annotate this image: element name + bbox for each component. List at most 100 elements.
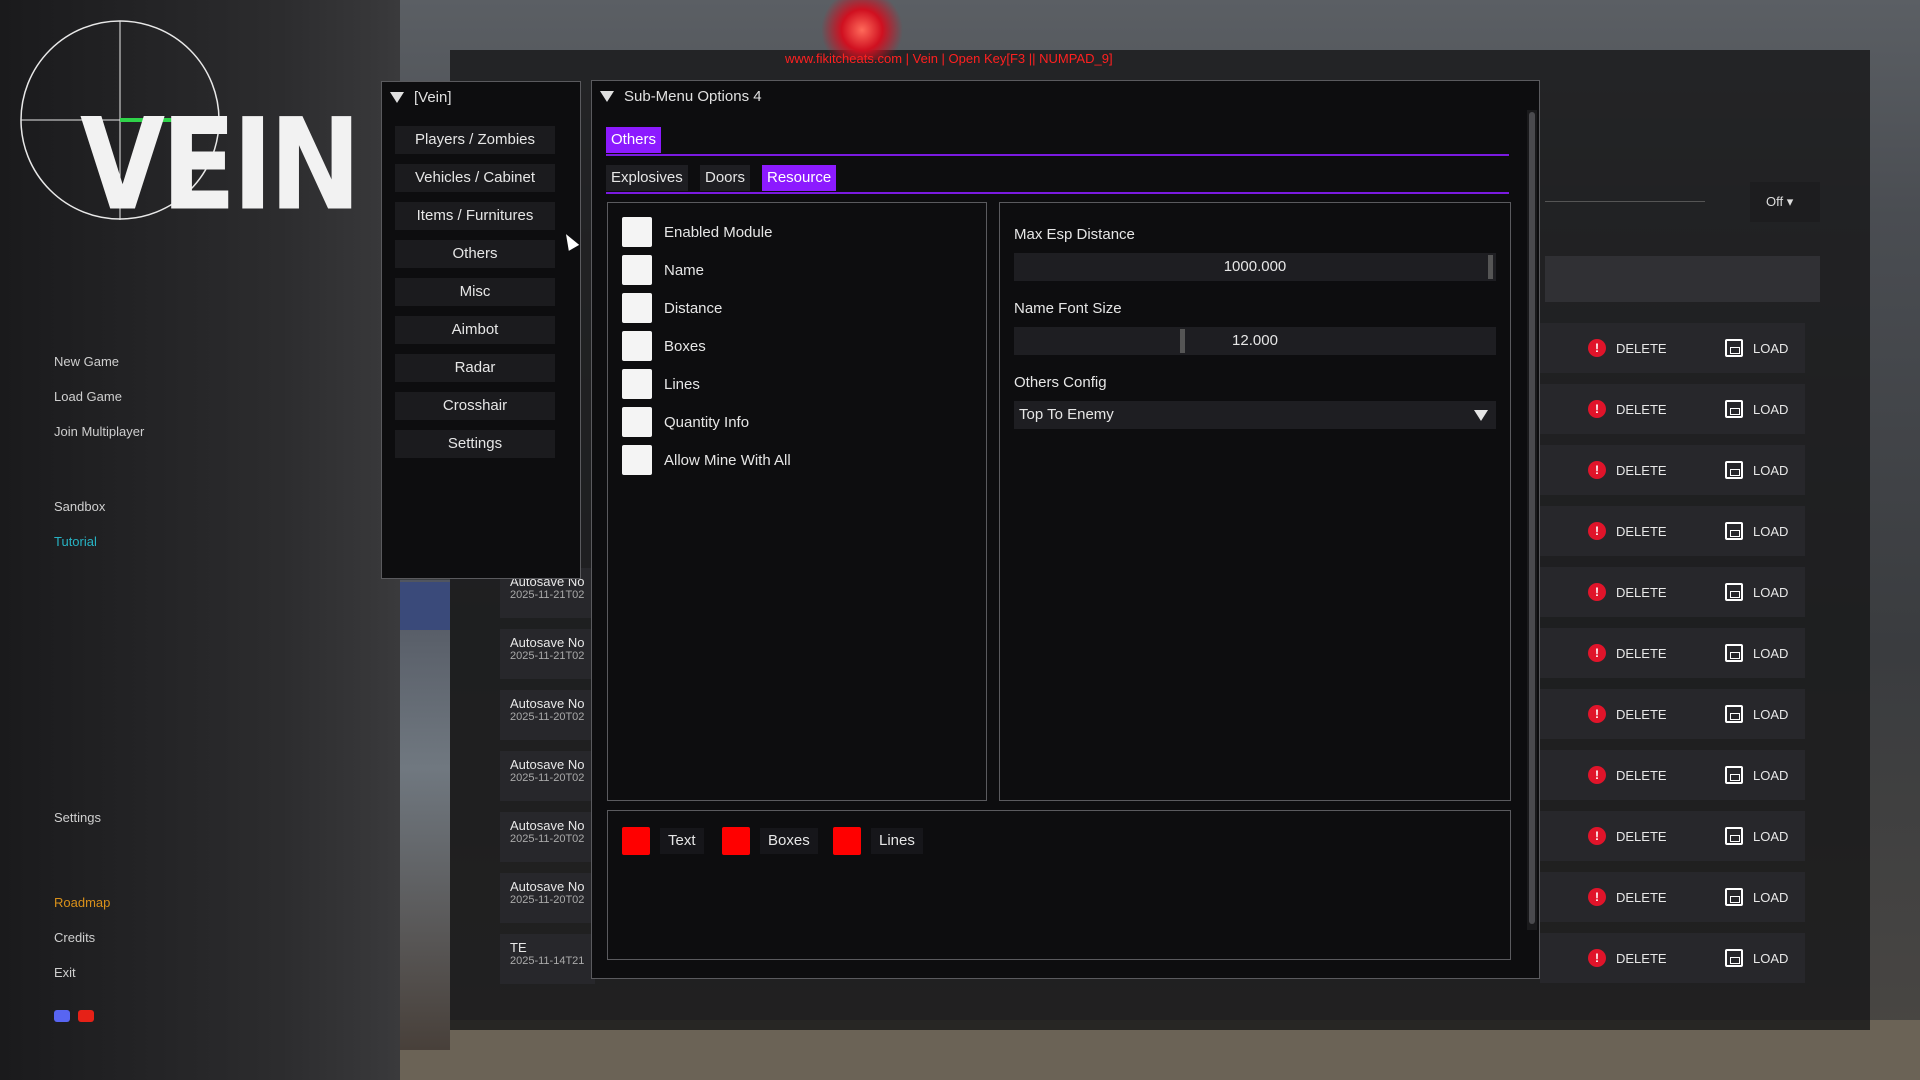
background-photo-strip	[400, 580, 450, 1050]
cheat-watermark: www.fikitcheats.com | Vein | Open Key[F3…	[785, 51, 1113, 66]
load-button[interactable]: LOAD	[1725, 888, 1788, 906]
checkbox-quantity-info[interactable]	[622, 407, 652, 437]
checkbox-boxes[interactable]	[622, 331, 652, 361]
delete-button[interactable]: ! DELETE	[1588, 766, 1667, 784]
tab-others[interactable]: Others	[606, 127, 662, 153]
menu-tutorial[interactable]: Tutorial	[54, 534, 97, 549]
tab-resource[interactable]: Resource	[762, 165, 837, 191]
menu-new-game[interactable]: New Game	[54, 354, 119, 369]
slider-knob[interactable]	[1179, 329, 1185, 353]
load-button[interactable]: LOAD	[1725, 644, 1788, 662]
save-icon	[1725, 888, 1743, 906]
color-text-item: Text	[622, 827, 704, 855]
load-button[interactable]: LOAD	[1725, 522, 1788, 540]
checkbox-row: Lines	[622, 369, 700, 399]
save-row[interactable]: Autosave No 2025-11-20T02	[500, 690, 595, 740]
discord-icon[interactable]	[54, 1010, 70, 1022]
save-date: 2025-11-20T02	[510, 894, 585, 906]
tab-explosives[interactable]: Explosives	[606, 165, 688, 191]
save-actions-row: ! DELETE LOAD	[1540, 323, 1805, 373]
menu-roadmap[interactable]: Roadmap	[54, 895, 110, 910]
load-button[interactable]: LOAD	[1725, 400, 1788, 418]
menu-credits[interactable]: Credits	[54, 930, 95, 945]
load-button[interactable]: LOAD	[1725, 766, 1788, 784]
delete-icon: !	[1588, 888, 1606, 906]
load-button[interactable]: LOAD	[1725, 705, 1788, 723]
options-window-title[interactable]: Sub-Menu Options 4	[592, 81, 1539, 111]
nav-settings[interactable]: Settings	[395, 430, 555, 458]
checkbox-enabled-module[interactable]	[622, 217, 652, 247]
delete-button[interactable]: ! DELETE	[1588, 949, 1667, 967]
load-button[interactable]: LOAD	[1725, 583, 1788, 601]
save-row[interactable]: Autosave No 2025-11-20T02	[500, 812, 595, 862]
save-date: 2025-11-14T21:	[510, 955, 585, 967]
checkbox-name[interactable]	[622, 255, 652, 285]
youtube-icon[interactable]	[78, 1010, 94, 1022]
max-esp-distance-label: Max Esp Distance	[1014, 226, 1135, 243]
delete-button[interactable]: ! DELETE	[1588, 522, 1667, 540]
save-row[interactable]: Autosave No 2025-11-21T02	[500, 629, 595, 679]
nav-players-zombies[interactable]: Players / Zombies	[395, 126, 555, 154]
delete-icon: !	[1588, 461, 1606, 479]
social-links	[54, 1010, 94, 1022]
save-row[interactable]: TE 2025-11-14T21:	[500, 934, 595, 984]
subtab-underline	[606, 192, 1509, 194]
name-font-size-slider[interactable]: 12.000	[1014, 327, 1496, 355]
others-config-dropdown[interactable]: Top To Enemy	[1014, 401, 1496, 429]
nav-misc[interactable]: Misc	[395, 278, 555, 306]
delete-button[interactable]: ! DELETE	[1588, 400, 1667, 418]
color-swatch-text[interactable]	[622, 827, 650, 855]
color-swatch-boxes[interactable]	[722, 827, 750, 855]
delete-button[interactable]: ! DELETE	[1588, 888, 1667, 906]
nav-radar[interactable]: Radar	[395, 354, 555, 382]
delete-button[interactable]: ! DELETE	[1588, 827, 1667, 845]
save-actions-row: ! DELETE LOAD	[1540, 933, 1805, 983]
nav-vehicles-cabinet[interactable]: Vehicles / Cabinet	[395, 164, 555, 192]
nav-items-furnitures[interactable]: Items / Furnitures	[395, 202, 555, 230]
load-button[interactable]: LOAD	[1725, 339, 1788, 357]
save-icon	[1725, 827, 1743, 845]
off-dropdown[interactable]: Off ▾	[1750, 182, 1820, 222]
nav-others[interactable]: Others	[395, 240, 555, 268]
options-checkbox-panel: Enabled Module Name Distance Boxes Lines…	[607, 202, 987, 801]
checkbox-distance[interactable]	[622, 293, 652, 323]
delete-button[interactable]: ! DELETE	[1588, 583, 1667, 601]
checkbox-row: Quantity Info	[622, 407, 749, 437]
nav-crosshair[interactable]: Crosshair	[395, 392, 555, 420]
delete-icon: !	[1588, 705, 1606, 723]
save-name: Autosave No	[510, 696, 585, 711]
checkbox-lines[interactable]	[622, 369, 652, 399]
save-icon	[1725, 461, 1743, 479]
delete-button[interactable]: ! DELETE	[1588, 644, 1667, 662]
save-row[interactable]: Autosave No 2025-11-20T02	[500, 873, 595, 923]
save-row[interactable]: Autosave No 2025-11-20T02	[500, 751, 595, 801]
save-date: 2025-11-20T02	[510, 772, 585, 784]
checkbox-allow-mine-with-all[interactable]	[622, 445, 652, 475]
load-button[interactable]: LOAD	[1725, 827, 1788, 845]
slider-knob[interactable]	[1488, 255, 1493, 279]
color-swatch-lines[interactable]	[833, 827, 861, 855]
delete-button[interactable]: ! DELETE	[1588, 461, 1667, 479]
scrollbar-thumb[interactable]	[1529, 112, 1535, 924]
collapse-icon[interactable]	[600, 90, 614, 102]
checkbox-row: Distance	[622, 293, 722, 323]
save-date: 2025-11-21T02	[510, 650, 585, 662]
nav-aimbot[interactable]: Aimbot	[395, 316, 555, 344]
menu-settings[interactable]: Settings	[54, 810, 101, 825]
menu-load-game[interactable]: Load Game	[54, 389, 122, 404]
tab-doors[interactable]: Doors	[700, 165, 751, 191]
delete-button[interactable]: ! DELETE	[1588, 705, 1667, 723]
menu-sandbox[interactable]: Sandbox	[54, 499, 105, 514]
dropdown-arrow-icon	[1474, 410, 1488, 421]
load-button[interactable]: LOAD	[1725, 949, 1788, 967]
color-picker-panel: Text Boxes Lines	[607, 810, 1511, 960]
nav-window-title[interactable]: [Vein]	[382, 82, 580, 112]
save-actions-row: ! DELETE LOAD	[1540, 567, 1805, 617]
max-esp-distance-slider[interactable]: 1000.000	[1014, 253, 1496, 281]
others-config-label: Others Config	[1014, 374, 1107, 391]
menu-join-multiplayer[interactable]: Join Multiplayer	[54, 424, 144, 439]
collapse-icon[interactable]	[390, 91, 404, 103]
delete-button[interactable]: ! DELETE	[1588, 339, 1667, 357]
load-button[interactable]: LOAD	[1725, 461, 1788, 479]
menu-exit[interactable]: Exit	[54, 965, 76, 980]
